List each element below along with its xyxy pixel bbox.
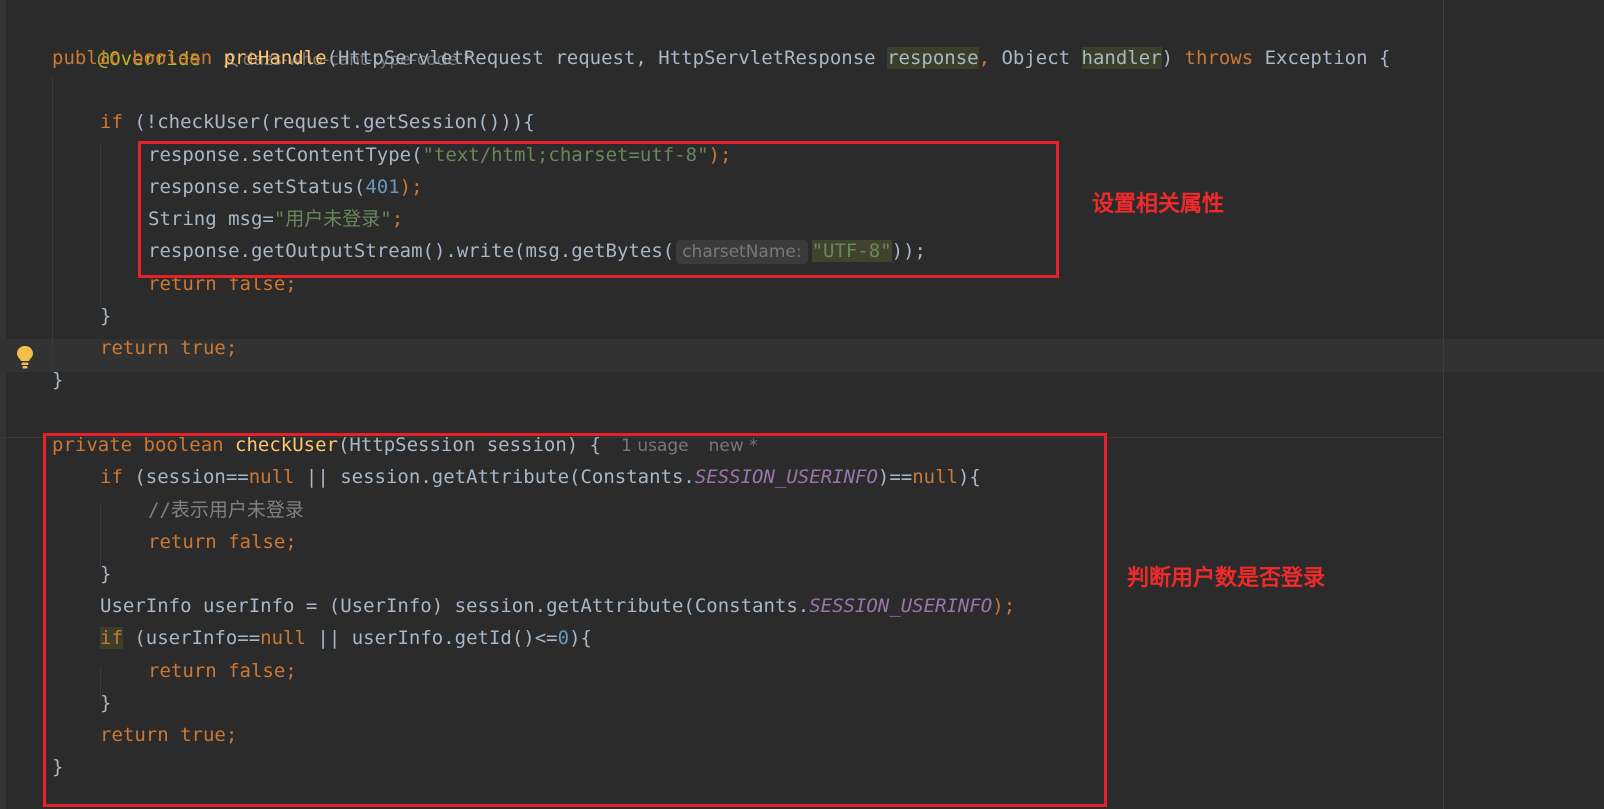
- right-margin-guide: [1443, 0, 1444, 809]
- code-line-1[interactable]: @Override dazs-who-cant-type-code *: [52, 10, 472, 70]
- method-name: preHandle: [223, 47, 327, 69]
- keyword-return: return: [100, 337, 181, 359]
- if-condition: (!checkUser(request.getSession())){: [134, 111, 535, 133]
- lightbulb-icon[interactable]: [14, 344, 36, 370]
- indent-guide: [52, 78, 53, 372]
- keyword-if: if: [100, 111, 135, 133]
- semicolon: ;: [225, 337, 238, 359]
- type-object: Object: [1001, 47, 1082, 69]
- code-line-12[interactable]: }: [52, 364, 63, 397]
- brace-close: }: [100, 305, 112, 327]
- keyword-boolean: boolean: [132, 47, 224, 69]
- keyword-throws: throws: [1184, 47, 1265, 69]
- keyword-public: public: [52, 47, 133, 69]
- comma: ,: [978, 47, 1002, 69]
- gutter: [0, 0, 6, 809]
- callout-set-properties: 设置相关属性: [1092, 192, 1225, 217]
- type-exception: Exception {: [1264, 47, 1391, 69]
- brace-close: }: [52, 369, 64, 391]
- code-line-4[interactable]: if (!checkUser(request.getSession())){: [100, 106, 535, 139]
- code-line-11[interactable]: return true;: [100, 332, 237, 365]
- paren-close: ): [1161, 47, 1185, 69]
- indent-guide: [100, 143, 101, 306]
- param-handler: handler: [1081, 47, 1162, 69]
- code-editor[interactable]: @Override dazs-who-cant-type-code * publi…: [0, 0, 1604, 809]
- param-response: response: [887, 47, 979, 69]
- code-line-10[interactable]: }: [100, 300, 111, 333]
- highlight-box-check-user: [43, 433, 1107, 807]
- code-line-2[interactable]: public boolean preHandle(HttpServletRequ…: [52, 42, 1390, 75]
- callout-check-login: 判断用户数是否登录: [1127, 566, 1326, 591]
- highlight-box-set-properties: [138, 141, 1059, 278]
- current-line-highlight: [0, 339, 1604, 372]
- params-text: (HttpServletRequest request, HttpServlet…: [326, 47, 888, 69]
- keyword-true: true: [180, 337, 226, 359]
